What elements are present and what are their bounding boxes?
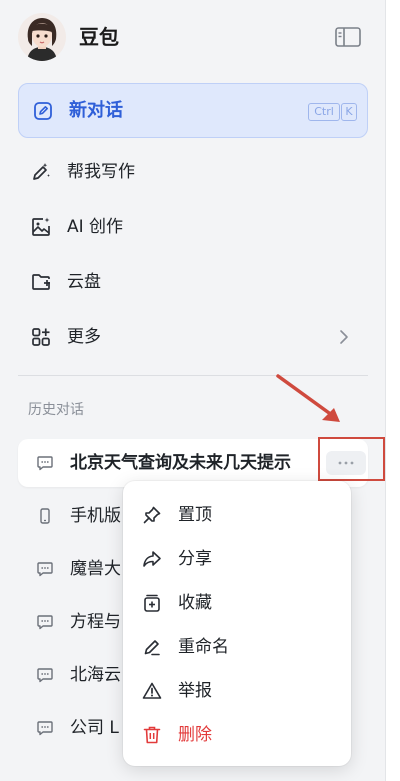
nav-item-label: 帮我写作 xyxy=(67,162,135,182)
menu-item-label: 收藏 xyxy=(178,593,212,613)
report-icon xyxy=(142,681,162,701)
chat-icon xyxy=(36,613,54,631)
phone-icon xyxy=(36,507,54,525)
nav-item-write[interactable]: 帮我写作 xyxy=(18,150,368,194)
menu-item-label: 置顶 xyxy=(178,505,212,525)
nav-item-label: 云盘 xyxy=(67,272,101,292)
annotation-arrow-icon xyxy=(276,374,340,422)
menu-item-pin[interactable]: 置顶 xyxy=(123,493,351,537)
chat-title: 魔兽大 xyxy=(70,559,121,579)
chevron-right-icon xyxy=(334,328,352,346)
nav-item-ai-create[interactable]: AI 创作 xyxy=(18,205,368,249)
nav-item-label: AI 创作 xyxy=(67,217,124,237)
image-create-icon xyxy=(30,216,52,238)
avatar[interactable] xyxy=(18,13,66,61)
shortcut-k-key: K xyxy=(341,103,357,121)
new-chat-label: 新对话 xyxy=(69,100,123,121)
more-apps-icon xyxy=(30,326,52,348)
nav-item-more[interactable]: 更多 xyxy=(18,315,368,359)
chat-icon xyxy=(36,560,54,578)
new-chat-button[interactable]: 新对话 Ctrl K xyxy=(18,83,368,138)
collect-icon xyxy=(142,593,162,613)
menu-item-label: 分享 xyxy=(178,549,212,569)
pin-icon xyxy=(142,505,162,525)
rename-icon xyxy=(142,637,162,657)
app-name: 豆包 xyxy=(79,25,119,49)
share-icon xyxy=(142,549,162,569)
chat-icon xyxy=(36,719,54,737)
chat-title: 方程与 xyxy=(70,612,121,632)
menu-item-delete[interactable]: 删除 xyxy=(123,713,351,757)
chat-icon xyxy=(36,666,54,684)
delete-icon xyxy=(142,725,162,745)
edit-icon xyxy=(33,101,53,121)
menu-item-share[interactable]: 分享 xyxy=(123,537,351,581)
chat-history-item-active[interactable]: 北京天气查询及未来几天提示 xyxy=(18,439,368,487)
write-icon xyxy=(30,161,52,183)
annotation-highlight-box xyxy=(318,437,385,481)
chat-title: 手机版 xyxy=(70,506,121,526)
menu-item-label: 重命名 xyxy=(178,637,229,657)
nav-item-label: 更多 xyxy=(67,327,101,347)
chat-title: 北海云 xyxy=(70,665,121,685)
chat-icon xyxy=(36,454,54,472)
menu-item-collect[interactable]: 收藏 xyxy=(123,581,351,625)
cloud-drive-icon xyxy=(30,271,52,293)
menu-item-label: 删除 xyxy=(178,725,212,745)
menu-item-label: 举报 xyxy=(178,681,212,701)
shortcut-ctrl-key: Ctrl xyxy=(308,103,340,121)
menu-item-rename[interactable]: 重命名 xyxy=(123,625,351,669)
chat-title: 公司 L xyxy=(70,718,119,738)
sidebar-header: 豆包 xyxy=(18,13,368,61)
nav-item-cloud-drive[interactable]: 云盘 xyxy=(18,260,368,304)
menu-item-report[interactable]: 举报 xyxy=(123,669,351,713)
chat-title: 北京天气查询及未来几天提示 xyxy=(70,453,291,473)
chat-context-menu: 置顶 分享 收藏 重命名 举报 删除 xyxy=(123,481,351,766)
history-section-title: 历史对话 xyxy=(28,402,84,418)
sidebar-collapse-icon[interactable] xyxy=(334,25,362,49)
